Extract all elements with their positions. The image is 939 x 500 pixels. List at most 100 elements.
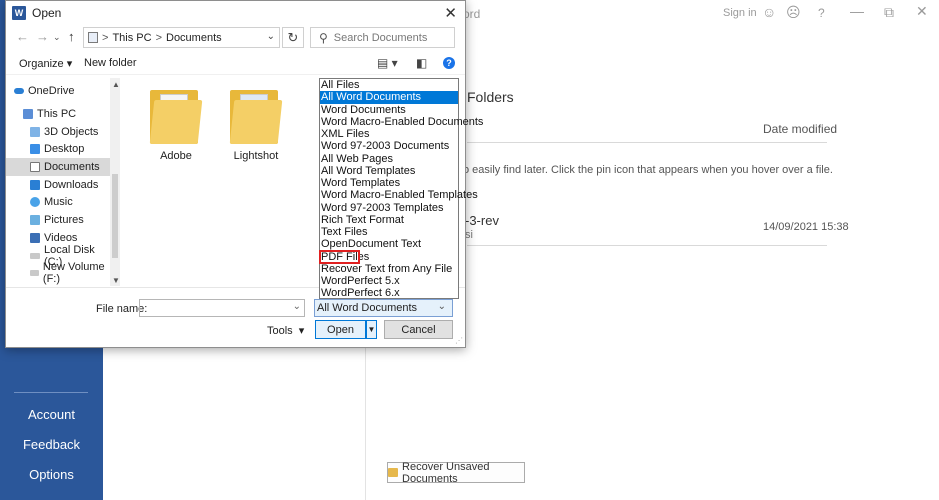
dialog-close-icon[interactable]: ✕	[444, 4, 457, 22]
documents-icon	[30, 162, 40, 172]
refresh-icon: ↻	[287, 29, 299, 45]
breadcrumb-separator: >	[102, 31, 109, 44]
resize-grip-icon[interactable]: ⋰	[455, 336, 463, 345]
chevron-down-icon[interactable]: ⌄	[293, 301, 301, 312]
folder-lightshot[interactable]: Lightshot	[224, 86, 288, 162]
pin-hint-text: o easily find later. Click the pin icon …	[463, 164, 833, 176]
refresh-button[interactable]: ↻	[282, 27, 304, 48]
breadcrumb-this-pc[interactable]: This PC	[112, 32, 151, 44]
recover-unsaved-label: Recover Unsaved Documents	[402, 460, 490, 485]
scroll-up-icon[interactable]: ▲	[112, 80, 120, 89]
navigation-bar: ← → ⌄ ↑ > This PC > Documents ⌄ ↻ ⚲ Sear…	[6, 26, 465, 48]
dialog-toolbar: Organize ▾ New folder ▤ ▾ ◧ ?	[6, 53, 465, 75]
sidebar-item-feedback[interactable]: Feedback	[0, 437, 103, 452]
nav-item-pictures[interactable]: Pictures	[6, 211, 116, 229]
chevron-down-icon: ⌄	[437, 301, 446, 312]
close-icon[interactable]: ✕	[916, 3, 928, 20]
recover-unsaved-button[interactable]: Recover Unsaved Documents	[387, 460, 525, 485]
address-dropdown-icon[interactable]: ⌄	[267, 31, 275, 42]
file-type-dropdown: All Files All Word Documents Word Docume…	[319, 78, 483, 299]
file-type-option-pdf[interactable]: PDF Files	[319, 249, 369, 264]
sign-in-link[interactable]: Sign in	[723, 7, 757, 19]
file-type-option[interactable]: Rich Text Format	[320, 214, 458, 226]
search-input[interactable]: ⚲ Search Documents	[310, 27, 455, 48]
address-bar[interactable]: > This PC > Documents ⌄	[83, 27, 280, 48]
dialog-titlebar: W Open	[6, 1, 465, 25]
file-type-option[interactable]: Word Documents	[320, 104, 458, 116]
new-folder-button[interactable]: New folder	[84, 57, 137, 69]
onedrive-icon	[14, 88, 24, 94]
nav-item-this-pc[interactable]: This PC	[6, 105, 116, 123]
sidebar-item-account[interactable]: Account	[0, 407, 103, 422]
back-arrow-icon[interactable]: ←	[16, 29, 29, 44]
videos-icon	[30, 233, 40, 243]
forward-arrow-icon[interactable]: →	[36, 29, 49, 44]
minimize-icon[interactable]: —	[850, 3, 864, 19]
up-arrow-icon[interactable]: ↑	[68, 29, 75, 44]
restore-icon[interactable]: ⧉	[884, 4, 894, 21]
file-type-option[interactable]: Text Files	[320, 226, 458, 238]
nav-item-desktop[interactable]: Desktop	[6, 140, 116, 158]
sidebar-divider	[14, 392, 88, 393]
file-type-option[interactable]: All Web Pages	[320, 153, 458, 165]
help-icon[interactable]: ?	[818, 6, 825, 20]
pc-icon	[23, 109, 33, 119]
scroll-down-icon[interactable]: ▼	[112, 276, 120, 285]
nav-item-music[interactable]: Music	[6, 193, 116, 211]
file-type-option[interactable]: WordPerfect 6.x	[320, 287, 458, 299]
file-type-option[interactable]: XML Files	[320, 128, 458, 140]
help-icon[interactable]: ?	[443, 57, 455, 69]
nav-item-documents[interactable]: Documents	[6, 158, 116, 176]
frown-icon[interactable]: ☹	[786, 4, 801, 21]
word-logo-icon: W	[12, 6, 26, 20]
file-type-option[interactable]: Word Templates	[320, 177, 458, 189]
cancel-button[interactable]: Cancel	[384, 320, 453, 339]
organize-button[interactable]: Organize ▾	[19, 57, 72, 70]
file-type-option[interactable]: Recover Text from Any File	[320, 263, 458, 275]
file-type-select[interactable]: All Word Documents ⌄	[314, 299, 453, 317]
nav-item-new-volume[interactable]: New Volume (F:)	[6, 261, 116, 285]
file-type-option[interactable]: WordPerfect 5.x	[320, 275, 458, 287]
pictures-icon	[30, 215, 40, 225]
file-name-field[interactable]: ⌄	[139, 299, 305, 317]
nav-item-3d-objects[interactable]: 3D Objects	[6, 123, 116, 141]
navigation-pane: OneDrive This PC 3D Objects Desktop Docu…	[6, 78, 120, 286]
open-options-dropdown[interactable]: ▼	[366, 320, 377, 339]
file-type-option[interactable]: Word Macro-Enabled Templates	[320, 189, 478, 201]
file-type-option[interactable]: All Word Documents	[320, 91, 458, 104]
nav-item-onedrive[interactable]: OneDrive	[6, 82, 116, 100]
open-button[interactable]: Open	[315, 320, 366, 339]
file-type-option[interactable]: Word 97-2003 Documents	[320, 140, 458, 152]
folder-icon	[229, 86, 283, 144]
cube-icon	[30, 127, 40, 137]
folder-icon	[149, 86, 203, 144]
nav-item-downloads[interactable]: Downloads	[6, 176, 116, 194]
header-divider	[467, 142, 827, 143]
sidebar-item-options[interactable]: Options	[0, 467, 103, 482]
disk-icon	[30, 253, 40, 259]
file-type-option[interactable]: Word 97-2003 Templates	[320, 202, 458, 214]
tools-button[interactable]: Tools ▾	[267, 324, 304, 337]
smile-icon[interactable]: ☺	[762, 4, 776, 20]
file-type-option[interactable]: Word Macro-Enabled Documents	[320, 116, 483, 128]
recent-file-location: si	[465, 229, 473, 241]
file-type-option[interactable]: All Files	[320, 79, 458, 91]
search-placeholder: Search Documents	[333, 31, 428, 44]
folder-icon	[388, 468, 399, 477]
breadcrumb-documents[interactable]: Documents	[166, 32, 222, 44]
breadcrumb-separator: >	[155, 31, 162, 44]
chevron-down-icon[interactable]: ⌄	[53, 32, 61, 43]
file-type-option[interactable]: All Word Templates	[320, 165, 458, 177]
file-list: Adobe Lightshot	[124, 78, 314, 286]
view-options-icon[interactable]: ▤ ▾	[377, 56, 398, 70]
folders-heading[interactable]: Folders	[467, 89, 514, 105]
date-modified-header: Date modified	[763, 122, 838, 136]
file-type-option[interactable]: OpenDocument Text	[320, 238, 458, 250]
desktop-icon	[30, 144, 40, 154]
folder-adobe[interactable]: Adobe	[144, 86, 208, 162]
nav-scrollbar-thumb[interactable]	[112, 174, 118, 258]
preview-pane-icon[interactable]: ◧	[416, 56, 427, 70]
row-divider	[467, 245, 827, 246]
dialog-title: Open	[32, 6, 62, 20]
recent-file-name[interactable]: -3-rev	[465, 213, 499, 228]
